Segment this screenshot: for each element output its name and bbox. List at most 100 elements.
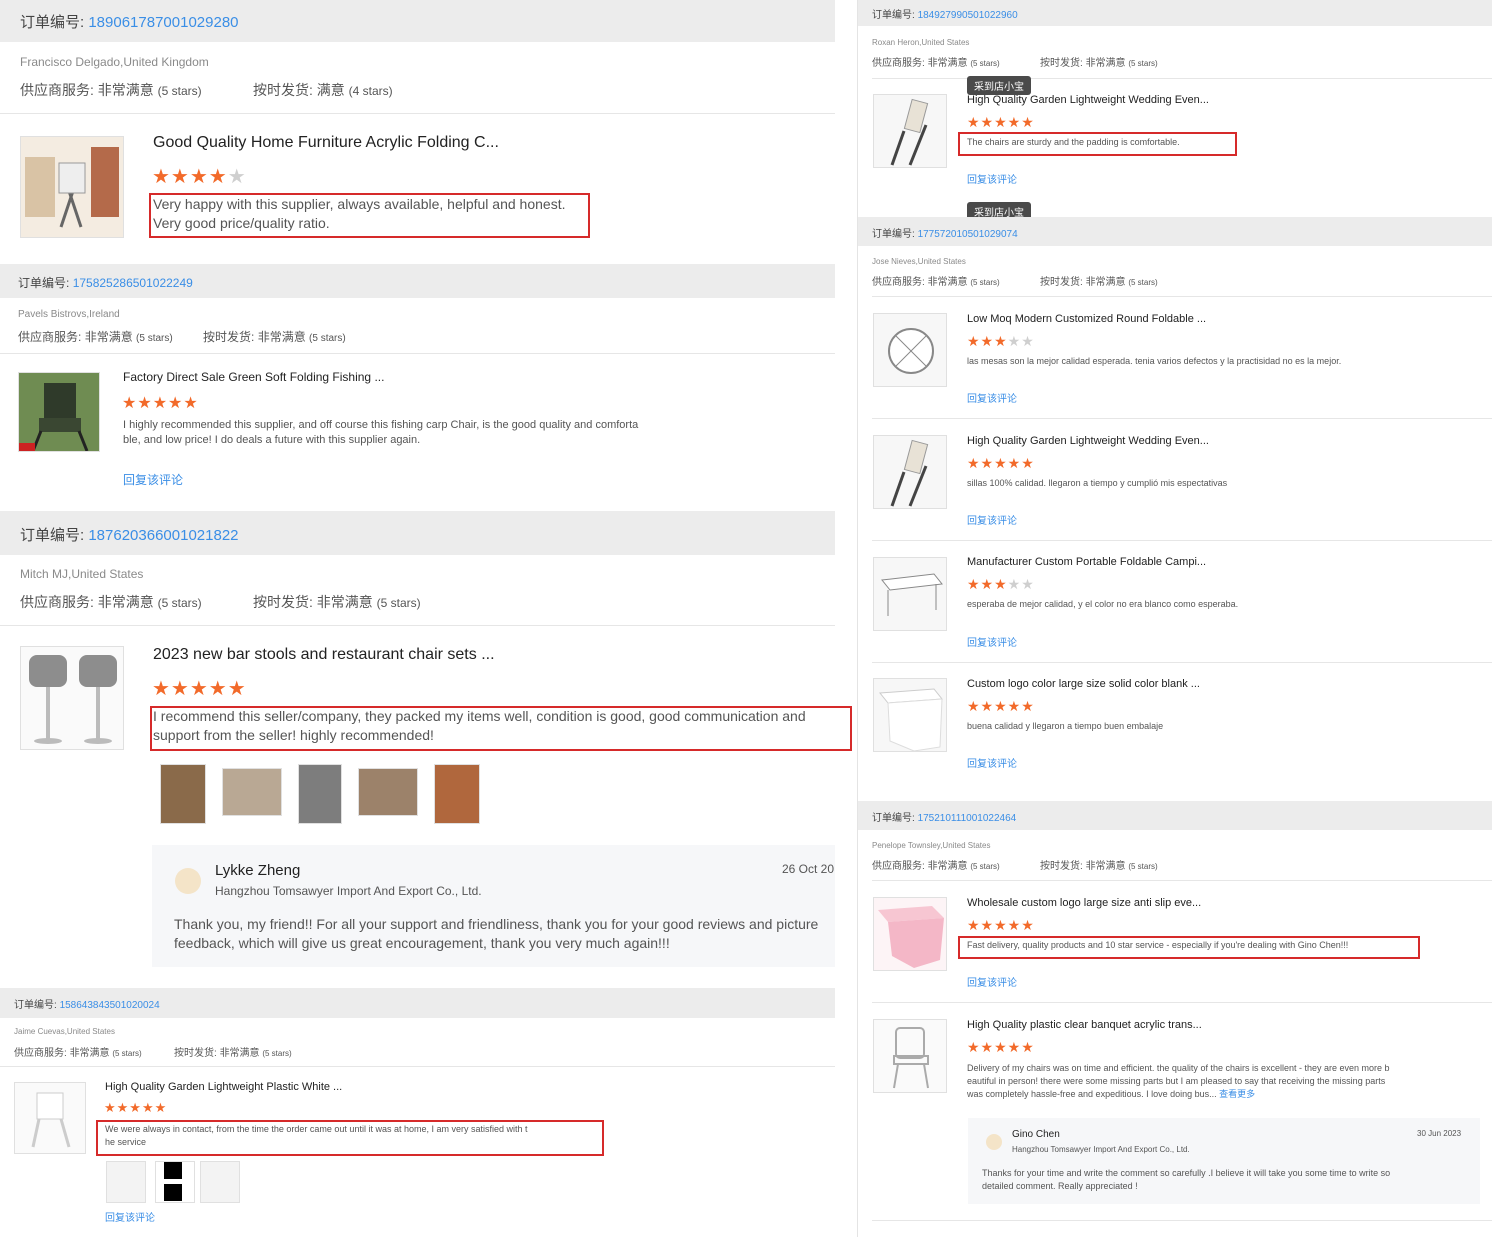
shipping-rating-value: 非常满意: [1085, 58, 1126, 69]
product-title-link[interactable]: Low Moq Modern Customized Round Foldable…: [967, 313, 1206, 325]
review-photo[interactable]: [298, 764, 342, 824]
buyer-name: Roxan Heron,United States: [872, 38, 970, 47]
comment-line: I highly recommended this supplier, and …: [123, 419, 639, 431]
product-title-link[interactable]: Factory Direct Sale Green Soft Folding F…: [123, 370, 384, 384]
product-thumbnail[interactable]: [873, 313, 947, 387]
review-photo[interactable]: [222, 768, 282, 816]
review-photo[interactable]: [106, 1161, 146, 1203]
product-title-link[interactable]: Wholesale custom logo large size anti sl…: [967, 897, 1201, 909]
reply-comment-link[interactable]: 回复该评论: [967, 634, 1017, 649]
avatar: [175, 868, 201, 894]
order-label: 订单编号:: [14, 1000, 57, 1011]
order-number-link[interactable]: 175210111001022464: [918, 813, 1017, 824]
order-number-link[interactable]: 187620366001021822: [88, 527, 238, 544]
reply-comment-link[interactable]: 回复该评论: [967, 974, 1017, 989]
buyer-name: Penelope Townsley,United States: [872, 841, 991, 850]
product-thumbnail[interactable]: [873, 678, 947, 752]
product-title-link[interactable]: High Quality Garden Lightweight Wedding …: [967, 94, 1209, 106]
supplier-label: 供应商服务:: [14, 1048, 67, 1059]
order-header: 订单编号: 175210111001022464: [872, 809, 1016, 824]
reply-comment-link[interactable]: 回复该评论: [967, 390, 1017, 405]
shipping-rating: 按时发货: 非常满意 (5 stars): [1040, 857, 1158, 872]
comment-line: he service: [105, 1137, 147, 1147]
shipping-rating: 按时发货: 非常满意 (5 stars): [253, 592, 421, 612]
comment-line: Delivery of my chairs was on time and ef…: [967, 1063, 1390, 1073]
shipping-label: 按时发货:: [253, 82, 313, 98]
divider: [872, 1220, 1492, 1221]
shipping-rating-value: 非常满意: [1085, 861, 1126, 872]
product-thumbnail[interactable]: [873, 94, 947, 168]
supplier-rating: 非常满意: [97, 594, 154, 610]
comment-line: was completely hassle-free and expeditio…: [967, 1089, 1217, 1099]
product-thumbnail[interactable]: [20, 136, 124, 238]
folding-table-image-icon: [881, 573, 943, 616]
supplier-stars-text: (5 stars): [157, 596, 202, 610]
shipping-rating: 按时发货: 满意 (4 stars): [253, 80, 393, 100]
review-photo[interactable]: [358, 768, 418, 816]
product-thumbnail[interactable]: [873, 897, 947, 971]
supplier-label: 供应商服务:: [872, 58, 925, 69]
product-thumbnail[interactable]: [873, 1019, 947, 1093]
review-photo[interactable]: [155, 1161, 195, 1203]
rating-stars: ★★★★★: [104, 1100, 168, 1115]
divider: [0, 353, 835, 354]
review-photo[interactable]: [434, 764, 480, 824]
order-number-link[interactable]: 175825286501022249: [73, 276, 193, 290]
order-number-link[interactable]: 184927990501022960: [918, 10, 1018, 21]
divider: [872, 540, 1492, 541]
product-title-link[interactable]: 2023 new bar stools and restaurant chair…: [153, 646, 495, 664]
product-thumbnail[interactable]: [873, 557, 947, 631]
supplier-service-rating: 供应商服务: 非常满意 (5 stars): [872, 54, 1000, 69]
reply-comment-link[interactable]: 回复该评论: [967, 171, 1017, 186]
product-title-link[interactable]: Manufacturer Custom Portable Foldable Ca…: [967, 556, 1206, 568]
shipping-label: 按时发货:: [1040, 861, 1083, 872]
comment-line: We were always in contact, from the time…: [105, 1124, 528, 1134]
shipping-stars-text: (5 stars): [309, 333, 346, 344]
shipping-stars-text: (5 stars): [262, 1049, 292, 1058]
product-title-link[interactable]: High Quality Garden Lightweight Wedding …: [967, 435, 1209, 447]
review-photo[interactable]: [200, 1161, 240, 1203]
order-number-link[interactable]: 158643843501020024: [60, 1000, 160, 1011]
shipping-label: 按时发货:: [174, 1048, 217, 1059]
order-label: 订单编号:: [20, 527, 85, 544]
order-label: 订单编号:: [18, 276, 70, 290]
product-thumbnail[interactable]: [14, 1082, 86, 1154]
reply-comment-link[interactable]: 回复该评论: [967, 755, 1017, 770]
buyer-name: Jaime Cuevas,United States: [14, 1027, 115, 1036]
supplier-stars-text: (5 stars): [970, 59, 1000, 68]
product-title-link[interactable]: Custom logo color large size solid color…: [967, 678, 1200, 690]
product-thumbnail[interactable]: [18, 372, 100, 452]
divider: [872, 78, 1492, 79]
supplier-stars-text: (5 stars): [112, 1049, 142, 1058]
avatar: [986, 1134, 1002, 1150]
shipping-rating: 按时发货: 非常满意 (5 stars): [174, 1044, 292, 1059]
supplier-rating: 非常满意: [927, 277, 968, 288]
review-comment: We were always in contact, from the time…: [105, 1123, 528, 1149]
product-thumbnail[interactable]: [873, 435, 947, 509]
divider: [872, 662, 1492, 663]
product-thumbnail[interactable]: [20, 646, 124, 750]
shipping-rating-value: 非常满意: [219, 1048, 260, 1059]
rating-stars: ★★★★★: [967, 576, 1035, 592]
order-number-link[interactable]: 189061787001029280: [88, 14, 238, 31]
rating-stars: ★★★★★: [152, 678, 247, 700]
rating-stars: ★★★★★: [967, 114, 1035, 130]
review-comment: I recommend this seller/company, they pa…: [153, 707, 806, 745]
comment-line: eautiful in person! there were some miss…: [967, 1076, 1386, 1086]
product-title-link[interactable]: High Quality plastic clear banquet acryl…: [967, 1019, 1202, 1031]
product-title-link[interactable]: Good Quality Home Furniture Acrylic Fold…: [153, 134, 499, 152]
reply-comment-link[interactable]: 回复该评论: [967, 512, 1017, 527]
shipping-rating-value: 非常满意: [316, 594, 373, 610]
product-title-link[interactable]: High Quality Garden Lightweight Plastic …: [105, 1081, 342, 1093]
supplier-label: 供应商服务:: [18, 330, 82, 344]
comment-line: Very good price/quality ratio.: [153, 215, 330, 231]
reply-comment-link[interactable]: 回复该评论: [123, 471, 183, 488]
reply-comment-link[interactable]: 回复该评论: [105, 1209, 155, 1224]
supplier-stars-text: (5 stars): [970, 862, 1000, 871]
supplier-rating: 非常满意: [927, 861, 968, 872]
shipping-label: 按时发货:: [253, 594, 313, 610]
see-more-link[interactable]: 查看更多: [1219, 1089, 1255, 1099]
order-number-link[interactable]: 177572010501029074: [918, 229, 1018, 240]
rating-stars: ★★★★★: [152, 166, 247, 188]
review-photo[interactable]: [160, 764, 206, 824]
